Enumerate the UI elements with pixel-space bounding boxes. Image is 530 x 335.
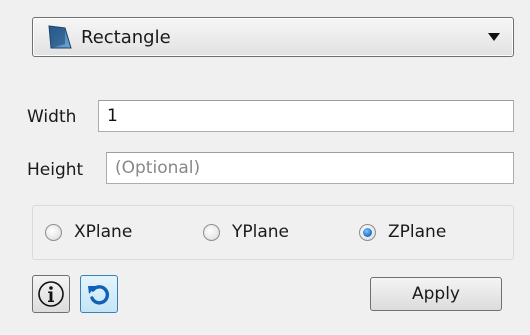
width-input[interactable]: 1 xyxy=(98,100,514,132)
radio-zplane[interactable]: ZPlane xyxy=(359,222,446,242)
apply-button[interactable]: Apply xyxy=(370,277,502,311)
radio-zplane-label: ZPlane xyxy=(388,222,447,242)
info-button[interactable] xyxy=(32,275,70,313)
width-input-value: 1 xyxy=(107,106,118,126)
height-label: Height xyxy=(27,160,84,180)
radio-yplane-indicator[interactable] xyxy=(203,223,220,241)
radio-xplane-indicator[interactable] xyxy=(45,223,62,241)
radio-xplane-label: XPlane xyxy=(74,222,133,242)
radio-yplane-label: YPlane xyxy=(232,222,290,242)
undo-icon xyxy=(88,285,109,305)
info-icon xyxy=(38,281,64,307)
shape-dropdown[interactable]: Rectangle xyxy=(32,17,514,57)
shape-dropdown-value: Rectangle xyxy=(81,26,171,48)
radio-xplane[interactable]: XPlane xyxy=(45,222,132,242)
reset-button[interactable] xyxy=(80,275,118,313)
rectangle-shape-icon xyxy=(48,25,72,49)
dropdown-arrow-icon[interactable] xyxy=(488,33,500,41)
radio-zplane-indicator[interactable] xyxy=(359,223,376,241)
plane-radio-group: XPlane YPlane ZPlane xyxy=(32,205,514,260)
radio-yplane[interactable]: YPlane xyxy=(203,222,289,242)
height-input[interactable]: (Optional) xyxy=(106,152,514,184)
height-input-placeholder: (Optional) xyxy=(115,158,201,178)
width-label: Width xyxy=(27,107,77,127)
